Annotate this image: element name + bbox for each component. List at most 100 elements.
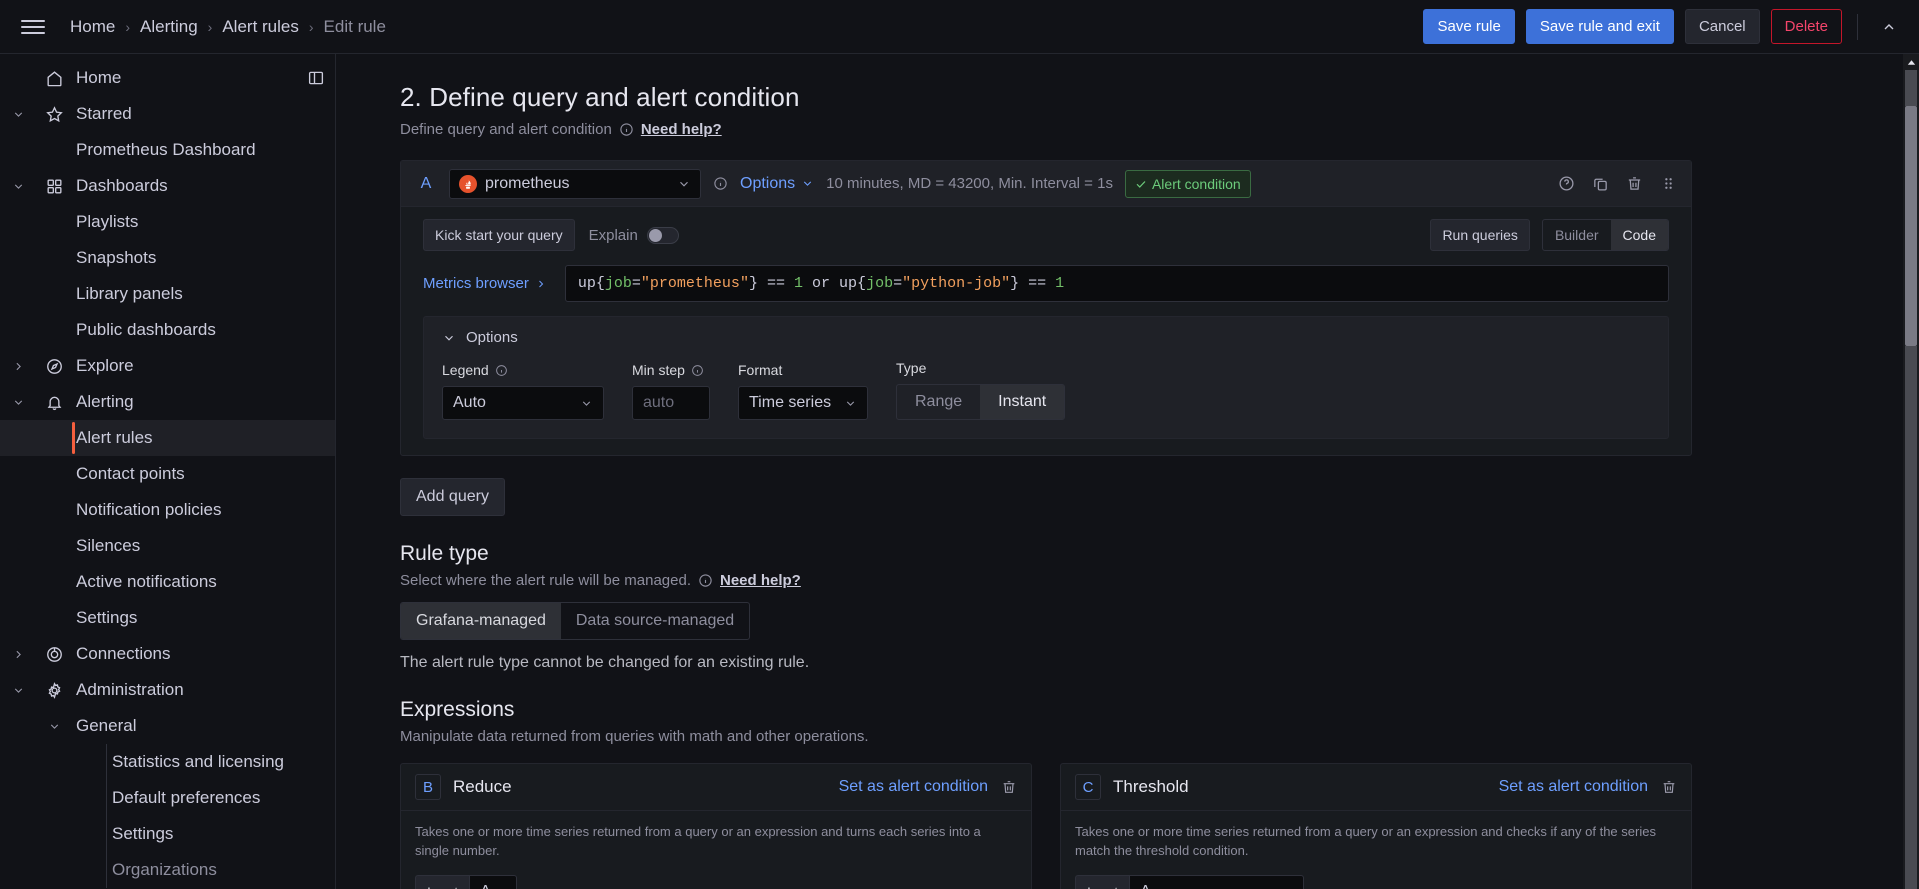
- set-as-alert-condition-link[interactable]: Set as alert condition: [1499, 778, 1648, 796]
- reduce-input-value: A: [480, 883, 491, 889]
- threshold-input-field: Input A: [1075, 875, 1677, 889]
- promql-code-input[interactable]: up{job="prometheus"} == 1 or up{job="pyt…: [565, 265, 1669, 302]
- scrollbar-track-lower[interactable]: [1905, 346, 1917, 889]
- chevron-down-icon[interactable]: [0, 384, 36, 420]
- threshold-input-select[interactable]: A: [1129, 875, 1304, 889]
- sidebar-item-label: Active notifications: [76, 572, 217, 592]
- set-as-alert-condition-link[interactable]: Set as alert condition: [839, 778, 988, 796]
- sidebar-item-default-preferences[interactable]: Default preferences: [0, 780, 335, 816]
- sidebar-item-label: Silences: [76, 536, 140, 556]
- type-option-instant[interactable]: Instant: [980, 385, 1064, 419]
- sidebar-item-prometheus-dashboard[interactable]: Prometheus Dashboard: [0, 132, 335, 168]
- sidebar-item-label: Settings: [76, 608, 137, 628]
- query-options-panel: Options Legend Auto: [423, 316, 1669, 439]
- vertical-scrollbar[interactable]: [1903, 54, 1919, 889]
- sidebar-item-general[interactable]: General: [0, 708, 335, 744]
- gear-icon: [36, 681, 72, 700]
- sidebar-item-snapshots[interactable]: Snapshots: [0, 240, 335, 276]
- sidebar-item-starred[interactable]: Starred: [0, 96, 335, 132]
- scrollbar-thumb[interactable]: [1905, 106, 1917, 346]
- chevron-down-icon[interactable]: [0, 168, 36, 204]
- breadcrumb-item-alert-rules[interactable]: Alert rules: [222, 17, 299, 37]
- sidebar-item-administration[interactable]: Administration: [0, 672, 335, 708]
- sidebar-item-organizations[interactable]: Organizations: [0, 852, 335, 888]
- min-step-placeholder: auto: [643, 394, 674, 412]
- legend-select[interactable]: Auto: [442, 386, 604, 420]
- sidebar-item-silences[interactable]: Silences: [0, 528, 335, 564]
- dock-menu-icon[interactable]: [307, 69, 325, 87]
- query-card-a: A prometheus Options 10 mi: [400, 160, 1692, 456]
- sidebar-item-notification-policies[interactable]: Notification policies: [0, 492, 335, 528]
- drag-handle-icon[interactable]: [1660, 175, 1677, 192]
- rule-type-grafana-managed[interactable]: Grafana-managed: [401, 603, 561, 639]
- trash-icon[interactable]: [1626, 175, 1643, 192]
- sidebar-item-public-dashboards[interactable]: Public dashboards: [0, 312, 335, 348]
- legend-label: Legend: [442, 362, 489, 378]
- add-query-button[interactable]: Add query: [400, 478, 505, 516]
- expression-header-actions: Set as alert condition: [839, 778, 1017, 796]
- explain-label: Explain: [589, 227, 638, 244]
- format-select[interactable]: Time series: [738, 386, 868, 420]
- query-options-collapse[interactable]: Options: [442, 329, 1650, 346]
- sidebar-item-dashboards[interactable]: Dashboards: [0, 168, 335, 204]
- sidebar-nested-rail: [106, 744, 107, 888]
- chevron-down-icon[interactable]: [0, 96, 36, 132]
- explain-toggle[interactable]: [647, 227, 679, 244]
- help-circle-icon[interactable]: [1558, 175, 1575, 192]
- min-step-input[interactable]: auto: [632, 386, 710, 420]
- expression-body: Takes one or more time series returned f…: [401, 811, 1031, 889]
- reduce-input-select[interactable]: A: [469, 875, 517, 889]
- scrollbar-track-upper[interactable]: [1905, 70, 1917, 106]
- sidebar-item-alert-rules[interactable]: Alert rules: [0, 420, 335, 456]
- type-label: Type: [896, 360, 1065, 376]
- apps-icon: [36, 177, 72, 196]
- kick-start-query-button[interactable]: Kick start your query: [423, 219, 575, 251]
- trash-icon[interactable]: [1661, 779, 1677, 795]
- metrics-browser-toggle[interactable]: Metrics browser: [423, 265, 565, 302]
- expression-card-threshold: C Threshold Set as alert condition Takes…: [1060, 763, 1692, 889]
- sidebar-item-active-notifications[interactable]: Active notifications: [0, 564, 335, 600]
- need-help-link-rule-type[interactable]: Need help?: [720, 572, 801, 589]
- save-rule-button[interactable]: Save rule: [1423, 9, 1514, 44]
- sidebar-item-settings[interactable]: Settings: [0, 600, 335, 636]
- delete-button[interactable]: Delete: [1771, 9, 1842, 44]
- format-field: Format Time series: [738, 362, 868, 420]
- sidebar-item-settings[interactable]: Settings: [0, 816, 335, 852]
- copy-icon[interactable]: [1592, 175, 1609, 192]
- datasource-picker[interactable]: prometheus: [449, 169, 701, 199]
- chevron-right-icon[interactable]: [0, 636, 36, 672]
- sidebar-item-label: Alert rules: [76, 428, 153, 448]
- sidebar-item-playlists[interactable]: Playlists: [0, 204, 335, 240]
- chevron-down-icon[interactable]: [0, 672, 36, 708]
- connections-icon: [36, 645, 72, 664]
- save-rule-and-exit-button[interactable]: Save rule and exit: [1526, 9, 1674, 44]
- sidebar-item-statistics-and-licensing[interactable]: Statistics and licensing: [0, 744, 335, 780]
- rule-type-datasource-managed[interactable]: Data source-managed: [561, 603, 749, 639]
- breadcrumb-item-home[interactable]: Home: [70, 17, 115, 37]
- chevron-up-icon[interactable]: [1873, 13, 1905, 41]
- breadcrumb-item-alerting[interactable]: Alerting: [140, 17, 198, 37]
- legend-field: Legend Auto: [442, 362, 604, 420]
- sidebar-item-explore[interactable]: Explore: [0, 348, 335, 384]
- rule-type-description: Select where the alert rule will be mana…: [400, 572, 691, 589]
- sidebar-item-connections[interactable]: Connections: [0, 636, 335, 672]
- query-options-toggle[interactable]: Options: [740, 175, 814, 193]
- run-queries-button[interactable]: Run queries: [1430, 219, 1530, 251]
- sidebar-item-home[interactable]: Home: [0, 60, 335, 96]
- chevron-down-icon[interactable]: [36, 708, 72, 744]
- editor-mode-code[interactable]: Code: [1611, 220, 1668, 250]
- query-options-label: Options: [740, 175, 795, 193]
- scroll-up-arrow-icon[interactable]: [1903, 54, 1919, 70]
- sidebar-item-alerting[interactable]: Alerting: [0, 384, 335, 420]
- type-option-range[interactable]: Range: [897, 385, 980, 419]
- need-help-link-query[interactable]: Need help?: [641, 121, 722, 138]
- threshold-input-value: A: [1140, 883, 1151, 889]
- editor-mode-builder[interactable]: Builder: [1543, 220, 1611, 250]
- sidebar-item-contact-points[interactable]: Contact points: [0, 456, 335, 492]
- chevron-right-icon[interactable]: [0, 348, 36, 384]
- trash-icon[interactable]: [1001, 779, 1017, 795]
- hamburger-icon[interactable]: [18, 12, 48, 42]
- sidebar-item-library-panels[interactable]: Library panels: [0, 276, 335, 312]
- sidebar-item-label: Administration: [76, 680, 184, 700]
- cancel-button[interactable]: Cancel: [1685, 9, 1760, 44]
